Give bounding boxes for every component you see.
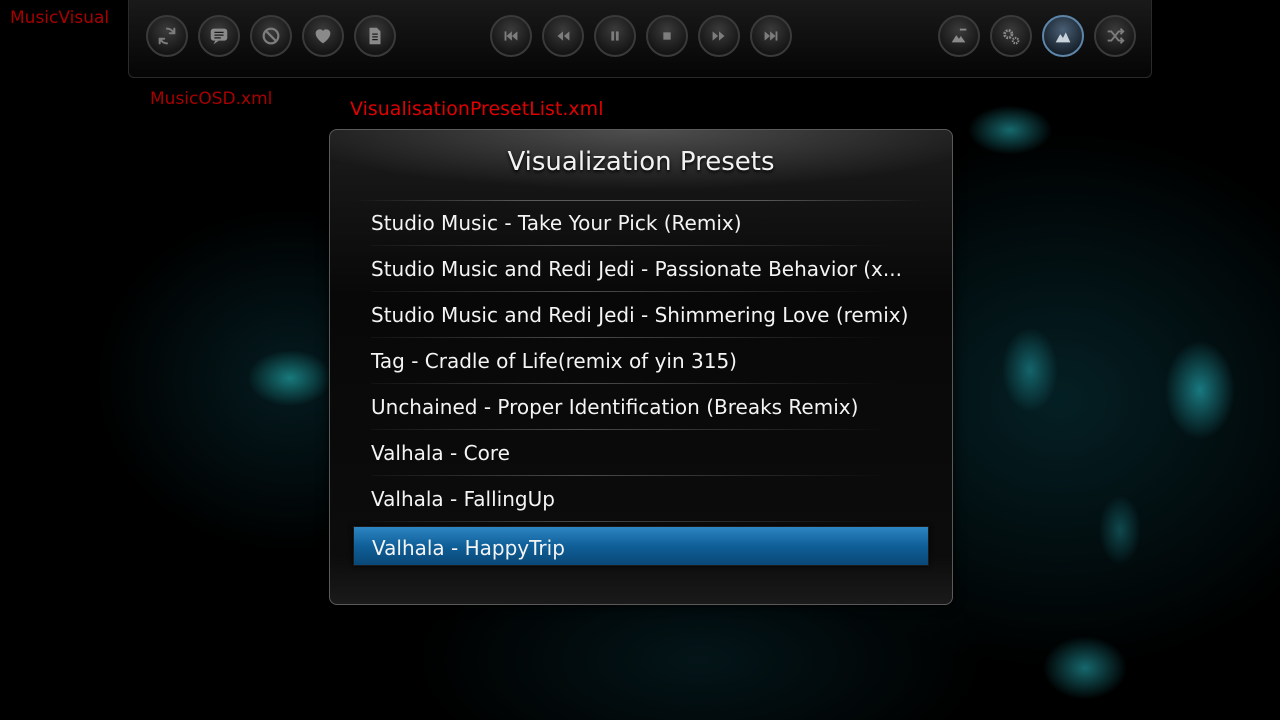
skip-next-icon <box>764 31 778 41</box>
preset-item[interactable]: Valhala - Core <box>353 430 929 476</box>
block-button[interactable] <box>250 15 292 57</box>
preset-item[interactable]: Tag - Cradle of Life(remix of yin 315) <box>353 338 929 384</box>
rewind-button[interactable] <box>542 15 584 57</box>
pause-button[interactable] <box>594 15 636 57</box>
preset-item[interactable]: Studio Music and Redi Jedi - Shimmering … <box>353 292 929 338</box>
fast-forward-button[interactable] <box>698 15 740 57</box>
skip-previous-button[interactable] <box>490 15 532 57</box>
skip-next-button[interactable] <box>750 15 792 57</box>
visualization-settings-icon <box>951 28 967 43</box>
preset-list: Studio Music - Take Your Pick (Remix) St… <box>353 200 929 566</box>
info-button[interactable] <box>354 15 396 57</box>
stop-icon <box>663 32 671 40</box>
document-icon <box>369 27 381 45</box>
ban-icon <box>262 27 280 45</box>
rewind-icon <box>557 31 570 41</box>
lyrics-button[interactable] <box>198 15 240 57</box>
visualization-background: MusicVisual MusicOSD.xml VisualisationPr… <box>0 0 1280 720</box>
stop-button[interactable] <box>646 15 688 57</box>
preset-item[interactable]: Valhala - FallingUp <box>353 476 929 522</box>
heart-icon <box>315 29 331 44</box>
gears-icon <box>1003 29 1020 45</box>
presets-icon <box>1055 32 1071 43</box>
preset-item[interactable]: Unchained - Proper Identification (Break… <box>353 384 929 430</box>
skip-previous-icon <box>504 31 518 41</box>
refresh-icon <box>158 27 176 45</box>
pause-icon <box>611 31 619 41</box>
favourite-button[interactable] <box>302 15 344 57</box>
shuffle-button[interactable] <box>1094 15 1136 57</box>
visualization-settings-button[interactable] <box>938 15 980 57</box>
refresh-button[interactable] <box>146 15 188 57</box>
osd-file-label: MusicOSD.xml <box>150 89 273 109</box>
window-label: MusicVisual <box>10 8 110 28</box>
shuffle-icon <box>1107 28 1125 44</box>
visualization-presets-dialog: Visualization Presets Studio Music - Tak… <box>329 129 953 605</box>
preset-item[interactable]: Studio Music - Take Your Pick (Remix) <box>353 200 929 246</box>
music-osd-bar <box>128 0 1152 78</box>
fast-forward-icon <box>712 31 725 41</box>
dialog-title: Visualization Presets <box>507 147 775 177</box>
presets-button[interactable] <box>1042 15 1084 57</box>
preset-item-selected[interactable]: Valhala - HappyTrip <box>353 526 929 566</box>
preset-item[interactable]: Studio Music and Redi Jedi - Passionate … <box>353 246 929 292</box>
addon-settings-button[interactable] <box>990 15 1032 57</box>
chat-bubble-icon <box>210 28 228 45</box>
dialog-file-label: VisualisationPresetList.xml <box>350 98 604 120</box>
